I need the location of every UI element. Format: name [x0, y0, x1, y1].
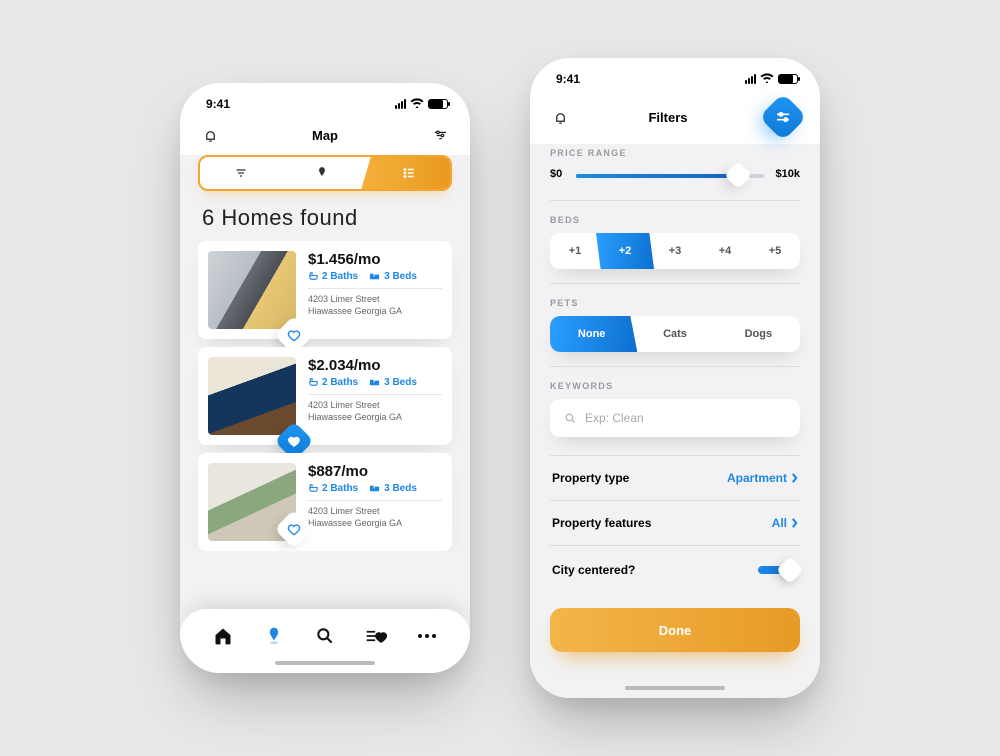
pets-option[interactable]: Cats — [633, 316, 716, 352]
pets-selector: None Cats Dogs — [550, 316, 800, 352]
wifi-icon — [760, 72, 774, 86]
filters-icon[interactable] — [430, 125, 450, 145]
tab-bar — [180, 609, 470, 673]
done-button[interactable]: Done — [550, 608, 800, 652]
price-slider[interactable]: $0 $10k — [550, 166, 800, 186]
row-label: Property type — [552, 471, 629, 485]
tab-more[interactable] — [413, 622, 441, 650]
home-indicator — [625, 686, 725, 690]
status-icons — [745, 72, 798, 86]
status-time: 9:41 — [206, 97, 230, 111]
row-label: Property features — [552, 516, 651, 530]
keywords-input[interactable]: Exp: Clean — [550, 399, 800, 437]
listing-price: $2.034/mo — [308, 357, 442, 374]
wifi-icon — [410, 97, 424, 111]
pets-option[interactable]: Dogs — [717, 316, 800, 352]
view-list[interactable] — [361, 155, 450, 191]
filters-content: PRICE RANGE $0 $10k BEDS +1 +2 +3 +4 +5 … — [530, 144, 820, 698]
search-icon — [564, 412, 577, 425]
filters-phone: 9:41 Filters PRICE RANGE $0 $10k BEDS — [530, 58, 820, 698]
listing-meta: 2 Baths 3 Beds — [308, 377, 442, 388]
listing-thumb — [208, 251, 296, 329]
slider-fill — [576, 174, 736, 178]
beds-selector: +1 +2 +3 +4 +5 — [550, 233, 800, 269]
chevron-right-icon — [791, 473, 798, 483]
chevron-right-icon — [791, 518, 798, 528]
map-content: 6 Homes found $1.456/mo 2 Baths 3 Beds 4… — [180, 155, 470, 673]
status-bar: 9:41 — [530, 58, 820, 92]
filters-active-icon[interactable] — [759, 93, 807, 141]
tab-search[interactable] — [311, 622, 339, 650]
property-features-row[interactable]: Property features All — [550, 501, 800, 546]
signal-icon — [395, 99, 406, 109]
city-centered-row: City centered? — [550, 546, 800, 594]
battery-icon — [428, 99, 448, 109]
tab-favorites[interactable] — [362, 622, 390, 650]
keywords-placeholder: Exp: Clean — [585, 411, 644, 425]
price-max: $10k — [776, 168, 800, 180]
pets-label: PETS — [550, 298, 800, 308]
status-icons — [395, 97, 448, 111]
page-title: Filters — [648, 110, 687, 125]
filters-header: Filters — [530, 92, 820, 144]
price-min: $0 — [550, 168, 562, 180]
bell-icon[interactable] — [200, 125, 220, 145]
results-heading: 6 Homes found — [180, 205, 470, 241]
map-header: Map — [180, 117, 470, 155]
beds-option[interactable]: +5 — [750, 233, 800, 269]
slider-thumb[interactable] — [724, 161, 752, 189]
view-toggle — [198, 155, 452, 191]
listing-card[interactable]: $2.034/mo 2 Baths 3 Beds 4203 Limer Stre… — [198, 347, 452, 445]
tab-explore[interactable] — [260, 622, 288, 650]
beds-label: BEDS — [550, 215, 800, 225]
row-label: City centered? — [552, 563, 635, 577]
home-indicator — [275, 661, 375, 665]
beds-option[interactable]: +3 — [650, 233, 700, 269]
tab-home[interactable] — [209, 622, 237, 650]
beds-option[interactable]: +4 — [700, 233, 750, 269]
listing-card[interactable]: $1.456/mo 2 Baths 3 Beds 4203 Limer Stre… — [198, 241, 452, 339]
listing-address: 4203 Limer Street Hiawassee Georgia GA — [308, 399, 442, 423]
bell-icon[interactable] — [550, 107, 570, 127]
listings: $1.456/mo 2 Baths 3 Beds 4203 Limer Stre… — [180, 241, 470, 551]
row-value: All — [772, 516, 798, 530]
price-label: PRICE RANGE — [550, 148, 800, 158]
signal-icon — [745, 74, 756, 84]
status-bar: 9:41 — [180, 83, 470, 117]
beds-option[interactable]: +1 — [550, 233, 600, 269]
row-value: Apartment — [727, 471, 798, 485]
city-centered-toggle[interactable] — [758, 561, 798, 579]
map-phone: 9:41 Map 6 Homes — [180, 83, 470, 673]
property-type-row[interactable]: Property type Apartment — [550, 456, 800, 501]
listing-price: $1.456/mo — [308, 251, 442, 268]
listing-meta: 2 Baths 3 Beds — [308, 483, 442, 494]
listing-address: 4203 Limer Street Hiawassee Georgia GA — [308, 293, 442, 317]
view-filter[interactable] — [200, 157, 281, 189]
listing-meta: 2 Baths 3 Beds — [308, 271, 442, 282]
listing-price: $887/mo — [308, 463, 442, 480]
listing-thumb — [208, 357, 296, 435]
listing-address: 4203 Limer Street Hiawassee Georgia GA — [308, 505, 442, 529]
pets-option[interactable]: None — [550, 316, 637, 352]
battery-icon — [778, 74, 798, 84]
listing-card[interactable]: $887/mo 2 Baths 3 Beds 4203 Limer Street… — [198, 453, 452, 551]
keywords-label: KEYWORDS — [550, 381, 800, 391]
status-time: 9:41 — [556, 72, 580, 86]
view-map[interactable] — [281, 157, 362, 189]
beds-option[interactable]: +2 — [596, 233, 654, 269]
page-title: Map — [312, 128, 338, 143]
